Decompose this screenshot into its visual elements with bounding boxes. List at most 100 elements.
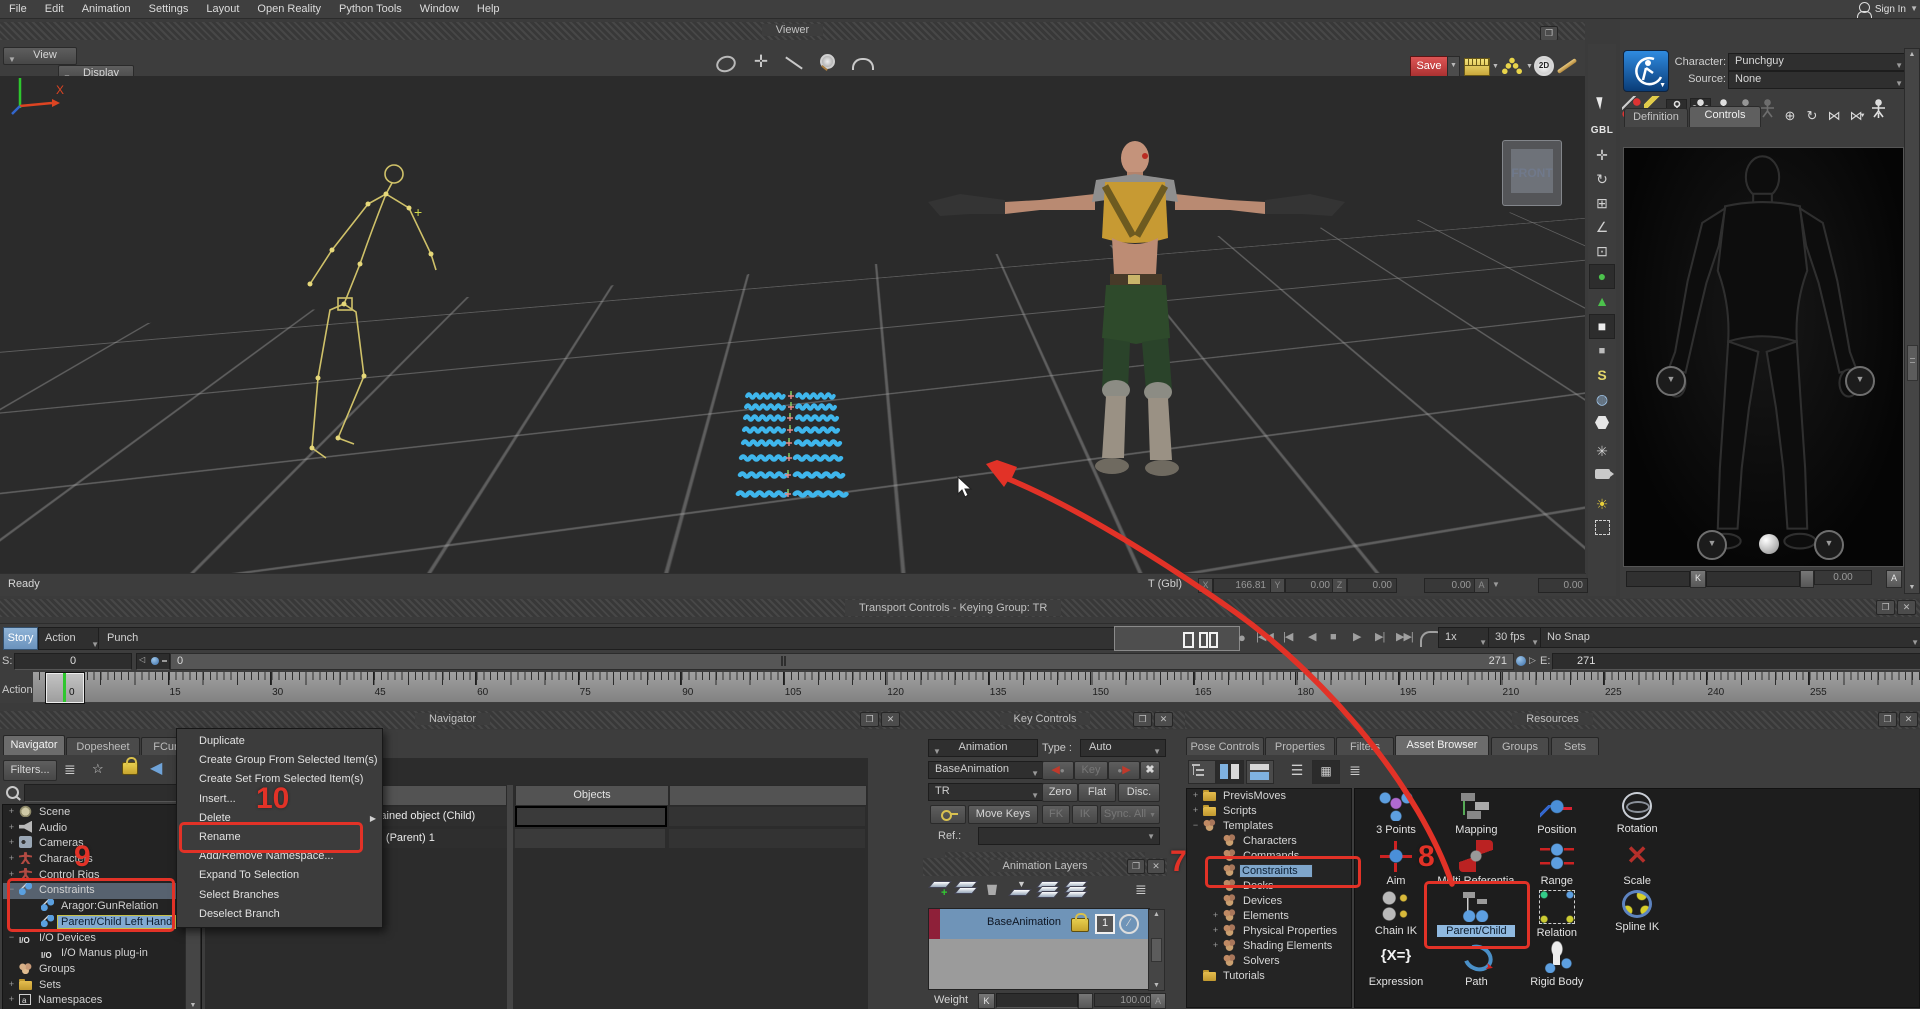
record-button[interactable]: ● [1238, 627, 1245, 648]
objects-cell[interactable] [515, 829, 665, 848]
tree-item-label[interactable]: I/O Manus plug-in [58, 947, 151, 959]
asset-item[interactable]: Position [1518, 789, 1596, 836]
skeleton-figure[interactable] [268, 132, 488, 482]
dolly-tool-icon[interactable] [780, 50, 810, 76]
grid-view-icon[interactable]: ▦ [1312, 760, 1340, 784]
single-view-icon[interactable] [1246, 760, 1274, 784]
tree-item[interactable]: − I/O Devices [3, 931, 201, 947]
slider-step[interactable] [1800, 570, 1814, 588]
layer-row-baseanimation[interactable]: BaseAnimation 1 ⁄ [929, 909, 1149, 939]
pin-move-icon[interactable]: ⊕ [1780, 104, 1799, 128]
expander[interactable]: + [7, 995, 16, 1004]
tree-item-label[interactable]: Devices [1240, 895, 1285, 907]
tree-item-label[interactable]: Sets [36, 979, 64, 991]
slider-value[interactable]: 0.00 [1814, 570, 1872, 585]
tree-item-label[interactable]: I/O Devices [36, 932, 99, 944]
asset-item[interactable]: 3 Points [1357, 789, 1435, 836]
spline-tool-icon[interactable]: S [1590, 364, 1614, 387]
duplicate-layer-icon[interactable] [957, 881, 977, 897]
step-back-button[interactable]: ◀ [1308, 627, 1315, 648]
speed-select[interactable]: 1x▼ [1438, 627, 1492, 648]
tree-view-icon[interactable] [1188, 760, 1216, 784]
weight-value[interactable]: 100.00 [1094, 993, 1156, 1007]
tree-item-label[interactable]: Groups [36, 963, 78, 975]
marquee-select-icon[interactable] [1590, 520, 1614, 543]
auto-button[interactable]: A [1886, 570, 1902, 588]
view-cube[interactable]: FRONT [1502, 140, 1562, 206]
expander[interactable]: + [1211, 926, 1220, 935]
tab-asset-browser[interactable]: Asset Browser [1395, 735, 1489, 755]
delete-key-button[interactable]: ✖ [1140, 761, 1160, 780]
auto-button[interactable]: A [1150, 993, 1166, 1009]
skeleton-icon[interactable] [1758, 99, 1777, 123]
asset-label[interactable]: Rigid Body [1518, 976, 1596, 988]
context-menu-item[interactable]: Create Group From Selected Item(s) [177, 751, 382, 770]
global-mode-label[interactable]: GBL [1590, 120, 1614, 143]
expander[interactable] [29, 946, 38, 955]
layer-stack2-icon[interactable] [1067, 881, 1087, 897]
tree-item[interactable]: +Cameras [3, 836, 201, 852]
expander[interactable]: + [1191, 791, 1200, 800]
tree-item-label[interactable]: Characters [1240, 835, 1300, 847]
expand-right-foot-button[interactable]: ▼ [1814, 530, 1844, 560]
tree-item[interactable]: +Scene [3, 805, 201, 821]
menu-item[interactable]: Animation [73, 0, 140, 18]
asset-item[interactable]: Multi Referential [1437, 840, 1515, 887]
extra-value-2[interactable]: 0.00 [1538, 578, 1588, 593]
lock-icon[interactable] [1071, 918, 1089, 932]
manipulator-ball-icon[interactable]: ● [1589, 264, 1615, 289]
pan-tool-icon[interactable]: ✛ [746, 50, 776, 76]
menu-item[interactable]: Python Tools [330, 0, 411, 18]
clip-name-field[interactable]: Punch ▼ [98, 627, 1130, 650]
column-splitter[interactable] [507, 785, 513, 1009]
current-frame-indicator[interactable]: 0 [46, 673, 84, 703]
tab-filters[interactable]: Filters [1336, 737, 1394, 755]
arc-tool-icon[interactable] [848, 50, 878, 76]
lock-icon[interactable] [122, 762, 138, 775]
favorites-star-icon[interactable]: ☆ [92, 761, 104, 777]
tree-item-label[interactable]: Namespaces [35, 994, 105, 1006]
slider-ball-icon[interactable] [1516, 656, 1526, 666]
expander[interactable] [1211, 894, 1220, 903]
tree-item[interactable]: I/O Manus plug-in [3, 946, 201, 962]
translate-tool-icon[interactable]: ✛ [1590, 144, 1614, 167]
key-mode-button[interactable] [930, 805, 966, 824]
expander[interactable]: − [7, 933, 16, 942]
next-key-button[interactable]: ●▶ [1108, 761, 1140, 780]
locator-tool-icon[interactable]: ◍ [1590, 388, 1614, 411]
slider-track[interactable] [1626, 571, 1690, 587]
save-button[interactable]: Save [1410, 56, 1448, 78]
expander[interactable] [1211, 834, 1220, 843]
asset-label[interactable]: Path [1437, 976, 1515, 988]
expand-left-hand-button[interactable]: ▼ [1656, 366, 1686, 396]
rotate-tool-icon[interactable]: ↻ [1590, 168, 1614, 191]
channel-select[interactable]: TR▼ [928, 783, 1044, 801]
slider-track[interactable] [1706, 571, 1800, 587]
tab-sets[interactable]: Sets [1551, 737, 1599, 755]
cube-model-icon[interactable]: ■ [1590, 340, 1614, 363]
menu-item[interactable]: Window [411, 0, 468, 18]
chevron-right-icon[interactable]: ▷ [1529, 655, 1536, 666]
add-layer-icon[interactable]: + [931, 881, 951, 897]
go-to-end-button[interactable]: ▶▶| [1396, 627, 1413, 648]
asset-tree-item[interactable]: Solvers [1187, 954, 1351, 969]
go-to-start-button[interactable]: |◀◀ [1256, 627, 1273, 648]
x-value[interactable]: 166.81 [1213, 578, 1271, 593]
context-menu-item[interactable]: Deselect Branch [177, 905, 382, 924]
polygon-tool-icon[interactable] [1590, 416, 1614, 439]
context-menu-item[interactable]: Duplicate [177, 732, 382, 751]
objects-cell-selected[interactable] [515, 806, 667, 827]
asset-tree-item[interactable]: Characters [1187, 834, 1351, 849]
camera-create-icon[interactable] [1590, 469, 1614, 492]
disc-button[interactable]: Disc. [1118, 783, 1160, 802]
expander[interactable]: + [1211, 911, 1220, 920]
tree-item-label[interactable]: Templates [1220, 820, 1276, 832]
asset-label[interactable]: Expression [1357, 976, 1435, 988]
asset-tree-item[interactable]: +PrevisMoves [1187, 789, 1351, 804]
layer-scrollbar[interactable]: ▲ ▼ [1148, 909, 1165, 991]
frame-display[interactable] [1114, 626, 1240, 651]
asset-label[interactable]: Rotation [1598, 823, 1676, 835]
ik-button[interactable]: IK [1072, 805, 1098, 824]
asset-tree-item[interactable]: +Shading Elements [1187, 939, 1351, 954]
transport-window-buttons[interactable]: ❐✕ [1876, 600, 1916, 615]
